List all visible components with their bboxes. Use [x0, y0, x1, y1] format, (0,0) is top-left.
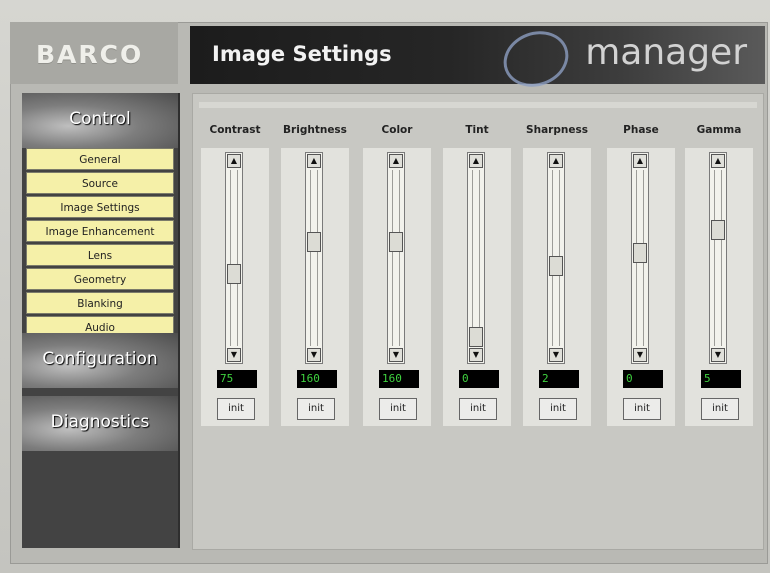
control-brightness: Brightness ▲ ▼ 160 init: [281, 118, 349, 428]
slider-thumb[interactable]: [711, 219, 725, 240]
control-color: Color ▲ ▼ 160 init: [363, 118, 431, 428]
slider-track[interactable]: [230, 170, 238, 346]
scroll-up-icon[interactable]: ▲: [389, 154, 403, 168]
slider-thumb[interactable]: [549, 255, 563, 276]
slider-track[interactable]: [714, 170, 722, 346]
slider-thumb[interactable]: [227, 263, 241, 284]
scroll-up-icon[interactable]: ▲: [469, 154, 483, 168]
scroll-up-icon[interactable]: ▲: [711, 154, 725, 168]
control-tint: Tint ▲ ▼ 0 init: [443, 118, 511, 428]
init-button[interactable]: init: [379, 398, 417, 420]
control-menu: General Source Image Settings Image Enha…: [26, 148, 174, 340]
slider-thumb[interactable]: [633, 243, 647, 264]
scroll-down-icon[interactable]: ▼: [389, 348, 403, 362]
scroll-down-icon[interactable]: ▼: [469, 348, 483, 362]
category-label: Control: [69, 109, 131, 129]
menu-item-image-enhancement[interactable]: Image Enhancement: [26, 220, 174, 242]
scroll-up-icon[interactable]: ▲: [633, 154, 647, 168]
panel-strip: [199, 102, 757, 108]
init-button[interactable]: init: [459, 398, 497, 420]
control-gamma: Gamma ▲ ▼ 5 init: [685, 118, 753, 428]
menu-item-lens[interactable]: Lens: [26, 244, 174, 266]
value-display: 5: [701, 370, 741, 388]
settings-panel: Contrast ▲ ▼ 75 init Brightness ▲ ▼ 160 …: [192, 93, 764, 550]
scroll-up-icon[interactable]: ▲: [307, 154, 321, 168]
value-display: 75: [217, 370, 257, 388]
value-display: 2: [539, 370, 579, 388]
scroll-down-icon[interactable]: ▼: [227, 348, 241, 362]
category-label: Configuration: [42, 349, 158, 369]
sidebar: Control General Source Image Settings Im…: [22, 93, 180, 548]
control-phase: Phase ▲ ▼ 0 init: [607, 118, 675, 428]
control-label: Color: [381, 124, 413, 136]
barco-logo: BARCO: [36, 40, 144, 69]
value-display: 160: [379, 370, 419, 388]
category-configuration[interactable]: Configuration: [22, 333, 178, 388]
slider-thumb[interactable]: [469, 327, 483, 347]
control-label: Phase: [623, 124, 659, 136]
phase-slider[interactable]: ▲ ▼: [631, 152, 649, 364]
category-control[interactable]: Control: [22, 93, 178, 148]
control-contrast: Contrast ▲ ▼ 75 init: [201, 118, 269, 428]
scroll-up-icon[interactable]: ▲: [549, 154, 563, 168]
menu-item-general[interactable]: General: [26, 148, 174, 170]
init-button[interactable]: init: [623, 398, 661, 420]
value-display: 0: [459, 370, 499, 388]
init-button[interactable]: init: [539, 398, 577, 420]
scroll-down-icon[interactable]: ▼: [307, 348, 321, 362]
init-button[interactable]: init: [297, 398, 335, 420]
menu-item-geometry[interactable]: Geometry: [26, 268, 174, 290]
contrast-slider[interactable]: ▲ ▼: [225, 152, 243, 364]
value-display: 0: [623, 370, 663, 388]
init-button[interactable]: init: [217, 398, 255, 420]
init-button[interactable]: init: [701, 398, 739, 420]
scroll-down-icon[interactable]: ▼: [711, 348, 725, 362]
emanager-logo: manager: [585, 32, 747, 73]
menu-item-blanking[interactable]: Blanking: [26, 292, 174, 314]
scroll-up-icon[interactable]: ▲: [227, 154, 241, 168]
category-diagnostics[interactable]: Diagnostics: [22, 396, 178, 451]
control-label: Gamma: [696, 124, 742, 136]
sharpness-slider[interactable]: ▲ ▼: [547, 152, 565, 364]
control-label: Brightness: [283, 124, 347, 136]
slider-track[interactable]: [392, 170, 400, 346]
scroll-down-icon[interactable]: ▼: [549, 348, 563, 362]
scroll-down-icon[interactable]: ▼: [633, 348, 647, 362]
slider-thumb[interactable]: [389, 232, 403, 253]
control-label: Contrast: [209, 124, 261, 136]
color-slider[interactable]: ▲ ▼: [387, 152, 405, 364]
header-banner: Image Settings manager: [190, 22, 765, 96]
control-label: Tint: [465, 124, 489, 136]
value-display: 160: [297, 370, 337, 388]
control-sharpness: Sharpness ▲ ▼ 2 init: [523, 118, 591, 428]
slider-thumb[interactable]: [307, 232, 321, 253]
page-title: Image Settings: [212, 42, 392, 66]
slider-track[interactable]: [310, 170, 318, 346]
slider-track[interactable]: [472, 170, 480, 346]
gamma-slider[interactable]: ▲ ▼: [709, 152, 727, 364]
control-label: Sharpness: [526, 124, 588, 136]
brightness-slider[interactable]: ▲ ▼: [305, 152, 323, 364]
category-label: Diagnostics: [50, 412, 150, 432]
tint-slider[interactable]: ▲ ▼: [467, 152, 485, 364]
menu-item-source[interactable]: Source: [26, 172, 174, 194]
menu-item-image-settings[interactable]: Image Settings: [26, 196, 174, 218]
